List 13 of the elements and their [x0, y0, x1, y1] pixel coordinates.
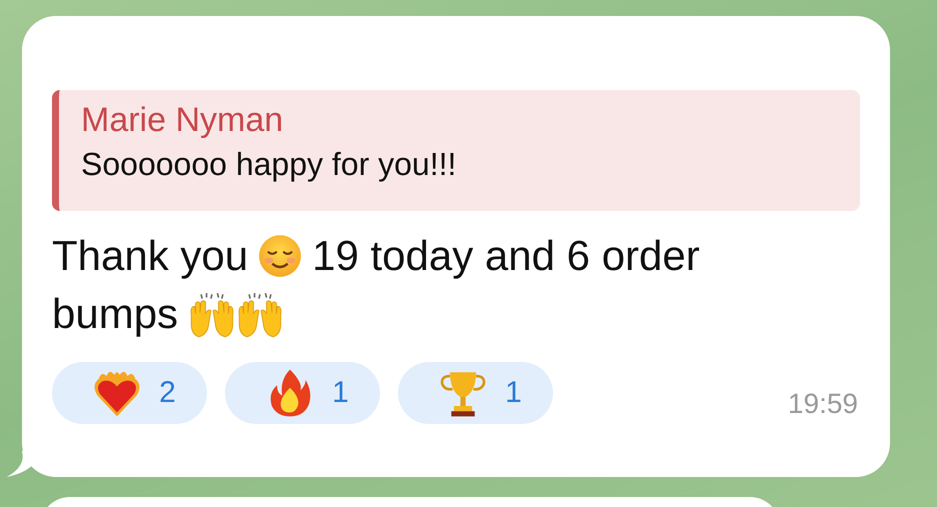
message-text: 19 today and 6 order — [312, 231, 700, 281]
raised-hands-icon — [236, 290, 284, 339]
raised-hands-icon — [188, 290, 236, 339]
smiling-face-icon — [258, 234, 302, 278]
message-time: 19:59 — [788, 388, 858, 420]
reply-text: Sooooooo happy for you!!! — [81, 145, 458, 184]
reaction-button[interactable]: 1 — [225, 362, 380, 424]
reply-author: Marie Nyman — [81, 102, 284, 140]
reply-quote[interactable]: Marie Nyman Sooooooo happy for you!!! — [52, 90, 860, 211]
message-text: Thank you — [52, 231, 248, 281]
reaction-button[interactable]: 1 — [398, 362, 553, 424]
reaction-button[interactable]: 2 — [52, 362, 207, 424]
message-text: bumps — [52, 289, 178, 340]
